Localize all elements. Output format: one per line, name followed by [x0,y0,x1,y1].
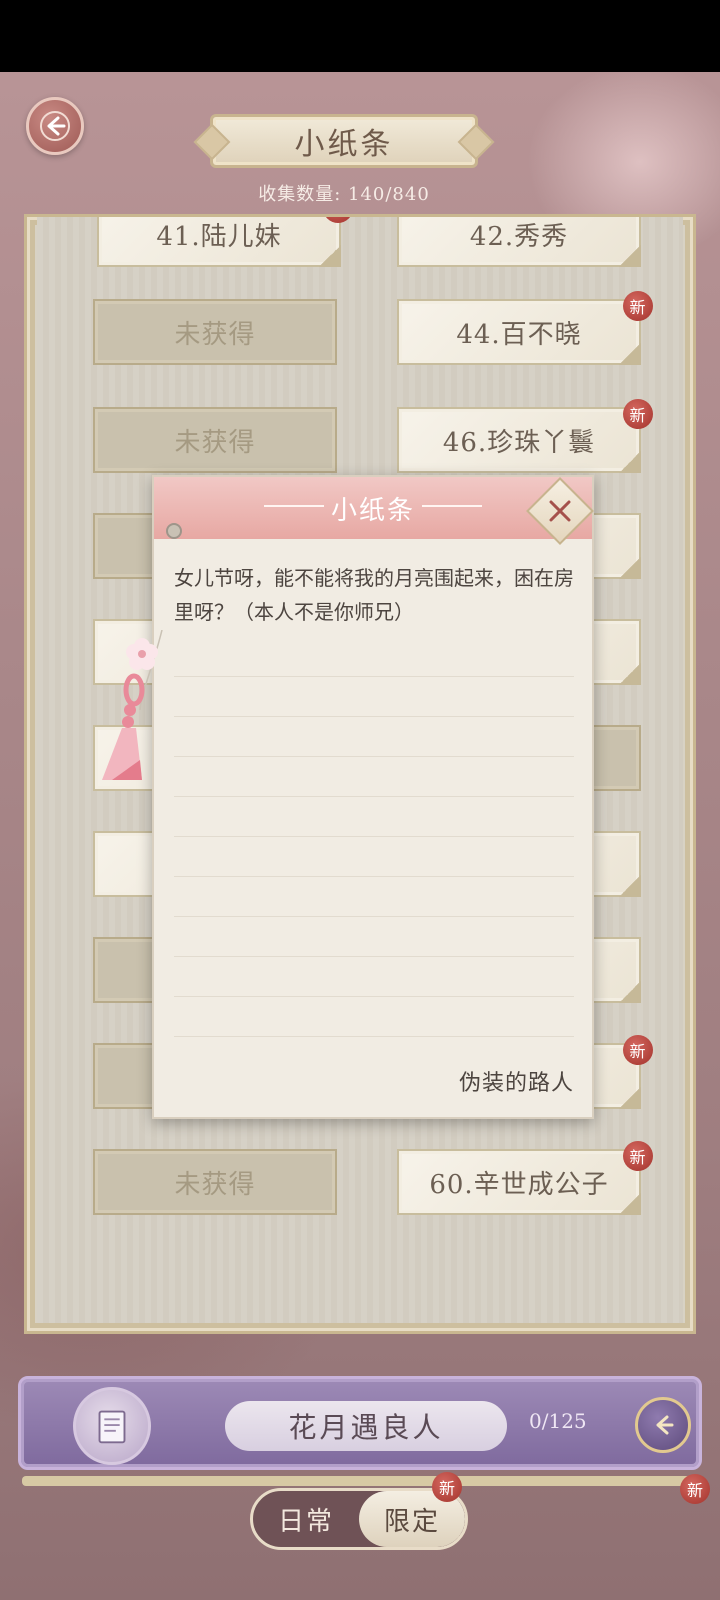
back-button[interactable] [26,97,84,155]
page-title-plate: 小纸条 [210,114,478,168]
close-icon [549,500,571,522]
note-message: 女儿节呀，能不能将我的月亮围起来，困在房里呀？（本人不是你师兄） [174,566,574,624]
arrow-icon [656,1415,674,1435]
header-ornament [264,505,324,507]
banner-go-button[interactable] [635,1397,691,1453]
note-card-label: 未获得 [174,319,256,350]
new-badge: 新 [432,1472,462,1502]
new-badge: 新 [680,1474,710,1504]
new-badge: 新 [623,1035,653,1065]
flower-tassel-icon [102,630,163,780]
note-card-label: 未获得 [174,427,256,458]
note-popup-header: 小纸条 [154,477,592,539]
note-popup: 小纸条 女儿节呀，能不能将我的月亮围起来，困在房里呀？（本人不是你师兄） 伪装的… [152,475,594,1119]
banner-count: 0/125 [529,1409,587,1433]
pin-icon [166,523,182,539]
event-banner[interactable]: 花月遇良人 0/125 [18,1376,702,1470]
status-bar [0,0,720,72]
new-badge: 新 [623,291,653,321]
note-card-locked[interactable]: 未获得 [93,407,337,473]
note-card-label: 42.秀秀 [469,221,569,252]
note-card[interactable]: 46.珍珠丫鬟 新 [397,399,653,473]
note-card[interactable]: 60.辛世成公子 新 [397,1141,653,1215]
page-title: 小纸条 [294,127,394,162]
letter-icon [73,1387,151,1465]
header-ornament [422,505,482,507]
next-banner-edge[interactable] [22,1476,698,1486]
collect-count: 收集数量: 140/840 [258,184,430,205]
tab-daily[interactable]: 日常 [253,1491,359,1547]
new-badge: 新 [623,1141,653,1171]
note-card[interactable]: 44.百不晓 新 [397,291,653,365]
note-card-label: 44.百不晓 [456,319,582,350]
note-ruled-lines [174,637,574,1067]
note-signature: 伪装的路人 [458,1071,574,1096]
note-card[interactable]: 41.陆儿妹 新 [97,217,353,267]
new-badge: 新 [323,217,353,223]
note-card-label: 60.辛世成公子 [429,1169,609,1200]
new-badge: 新 [623,399,653,429]
back-arrow-icon [40,111,70,141]
note-card-locked[interactable]: 未获得 [93,299,337,365]
banner-title: 花月遇良人 [288,1411,444,1444]
note-card-label: 41.陆儿妹 [156,221,282,252]
note-card-label: 46.珍珠丫鬟 [442,427,596,458]
banner-title-plate: 花月遇良人 [225,1401,507,1451]
note-card-label: 未获得 [174,1169,256,1200]
note-popup-title: 小纸条 [330,495,415,526]
note-card[interactable]: 42.秀秀 [397,217,641,267]
note-card-locked[interactable]: 未获得 [93,1149,337,1215]
